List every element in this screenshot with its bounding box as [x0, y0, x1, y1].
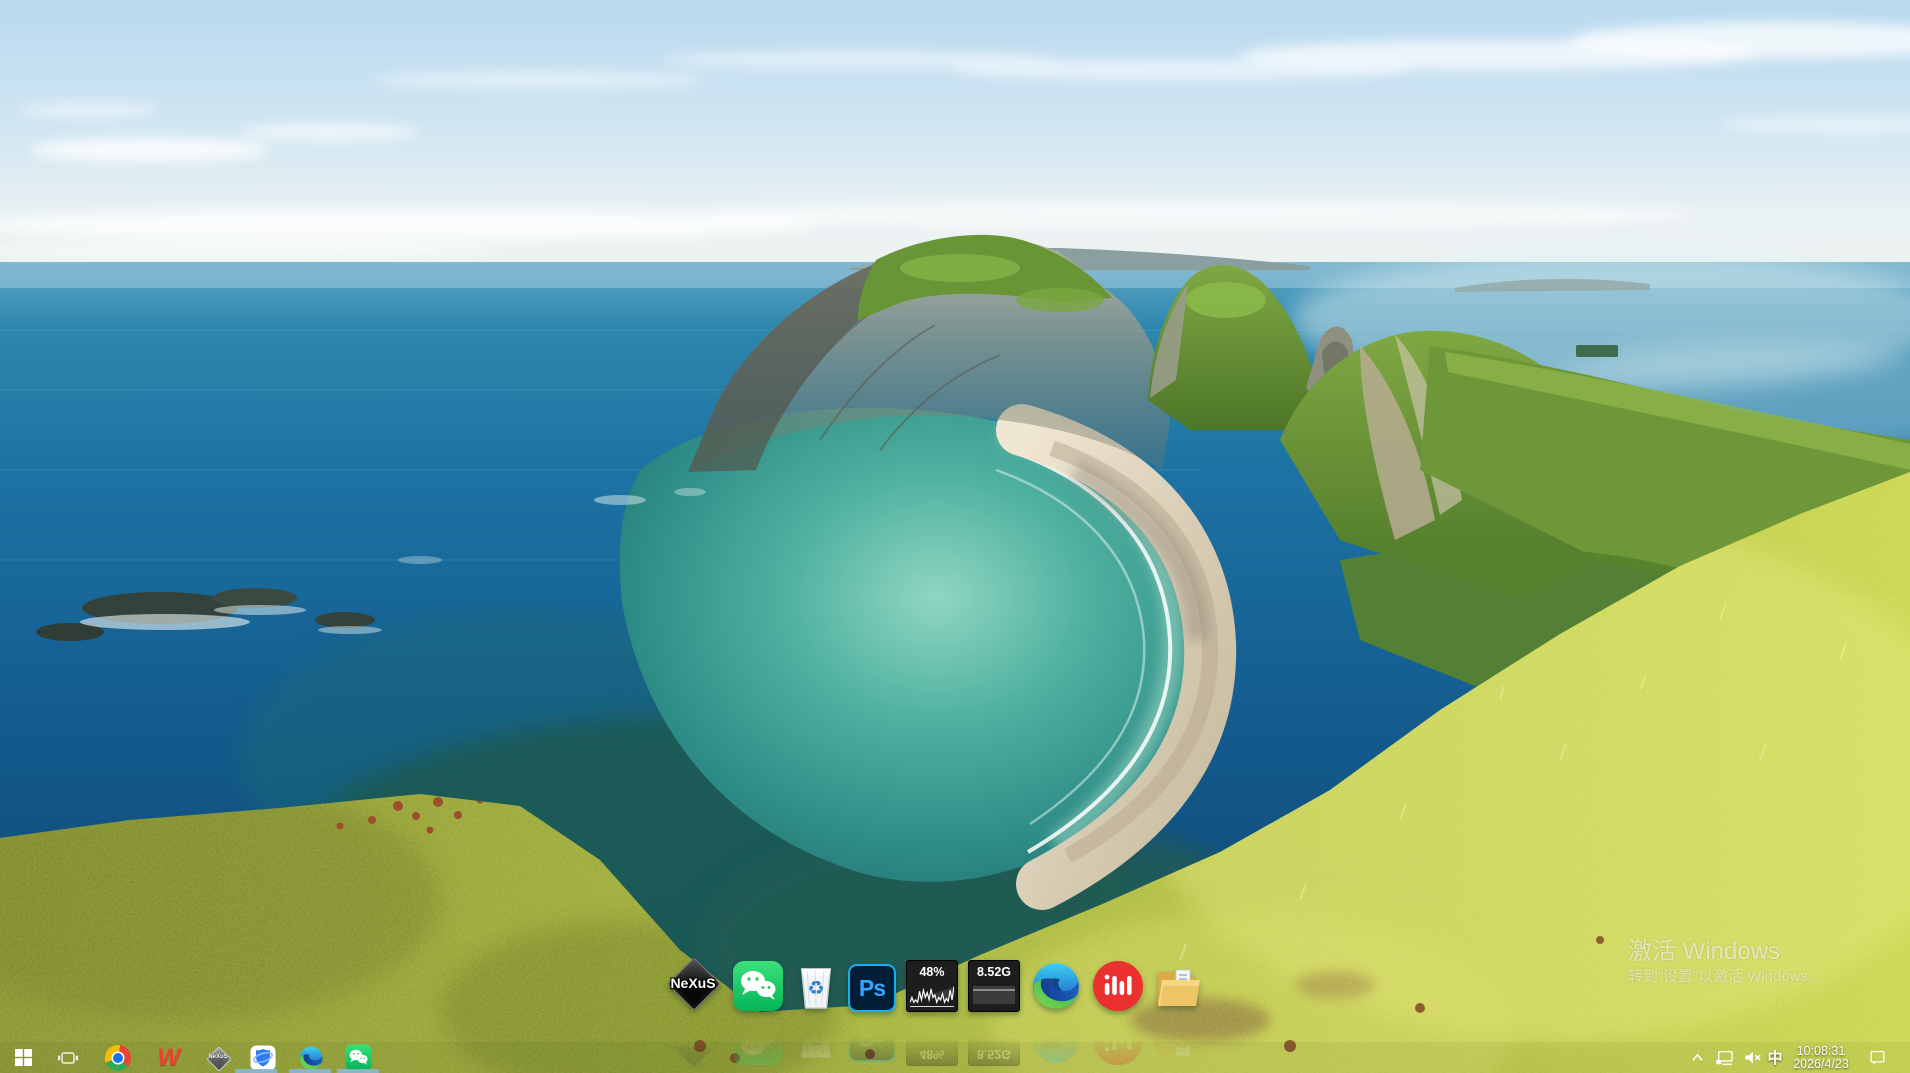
cpu-usage-value: 48%: [919, 965, 944, 980]
running-indicator-pc-manager: [235, 1069, 277, 1073]
svg-text:♻: ♻: [807, 977, 824, 1000]
dock-wechat-icon[interactable]: [732, 960, 784, 1012]
nexus-small-icon: NeXuS: [205, 1045, 231, 1071]
cpu-sparkline: [910, 984, 954, 1007]
dock-edge-icon[interactable]: [1030, 960, 1082, 1012]
folder-icon: [1154, 962, 1200, 1012]
wps-office-icon: W: [158, 1046, 179, 1070]
dock-recycle-bin-icon[interactable]: ♻: [794, 962, 838, 1012]
edge-icon: [1030, 960, 1082, 1012]
memory-usage-value: 8.52G: [977, 965, 1011, 980]
photoshop-label: Ps: [859, 975, 885, 1002]
start-button[interactable]: [8, 1042, 38, 1073]
windows-logo-icon: [15, 1049, 32, 1066]
nexus-dock: NeXuS ♻: [664, 954, 1200, 1012]
running-indicator-edge: [289, 1069, 331, 1073]
clock-date: 2026/4/23: [1793, 1058, 1849, 1071]
dock-photoshop-icon[interactable]: Ps: [848, 964, 896, 1012]
chevron-up-icon: [1691, 1053, 1704, 1062]
dock-folder-icon[interactable]: [1154, 962, 1200, 1012]
dock-audio-app-icon[interactable]: [1092, 960, 1144, 1012]
nexus-label: NeXuS: [664, 975, 722, 991]
taskbar-wps-icon[interactable]: W: [152, 1042, 184, 1073]
taskbar-chrome-icon[interactable]: [103, 1042, 133, 1073]
action-center-button[interactable]: [1864, 1042, 1890, 1073]
task-view-button[interactable]: [53, 1042, 83, 1073]
wallpaper-coastal-bay: [0, 0, 1910, 1073]
task-view-icon: [57, 1047, 79, 1069]
wechat-icon: [732, 960, 784, 1012]
clock-time: 10:08:31: [1797, 1045, 1846, 1058]
taskbar: W NeXuS: [0, 1042, 1910, 1073]
action-center-icon: [1868, 1048, 1887, 1067]
tray-network-button[interactable]: [1712, 1042, 1738, 1073]
cpu-sparkline-polyline: [910, 986, 954, 1002]
tray-volume-button[interactable]: [1740, 1042, 1764, 1073]
pc-manager-shield-icon: [250, 1045, 276, 1071]
dock-cpu-monitor-widget[interactable]: 48%: [906, 960, 958, 1012]
taskbar-nexus-icon[interactable]: NeXuS: [202, 1042, 234, 1073]
memory-bar: [973, 989, 1015, 1004]
volume-muted-icon: [1743, 1048, 1762, 1067]
ethernet-network-icon: [1715, 1048, 1735, 1068]
tray-clock[interactable]: 10:08:31 2026/4/23: [1782, 1042, 1860, 1073]
edge-small-icon: [298, 1045, 324, 1071]
dock-memory-monitor-widget[interactable]: 8.52G: [968, 960, 1020, 1012]
running-indicator-wechat: [337, 1069, 379, 1073]
chrome-icon: [105, 1045, 131, 1071]
dock-nexus-icon[interactable]: NeXuS: [664, 954, 722, 1012]
audio-waveform-icon: [1092, 960, 1144, 1012]
wechat-small-icon: [345, 1044, 372, 1071]
tray-hidden-icons-button[interactable]: [1686, 1042, 1708, 1073]
desktop: 激活 Windows 转到“设置”以激活 Windows。 NeXuS: [0, 0, 1910, 1073]
recycle-bin-icon: ♻: [794, 962, 838, 1012]
